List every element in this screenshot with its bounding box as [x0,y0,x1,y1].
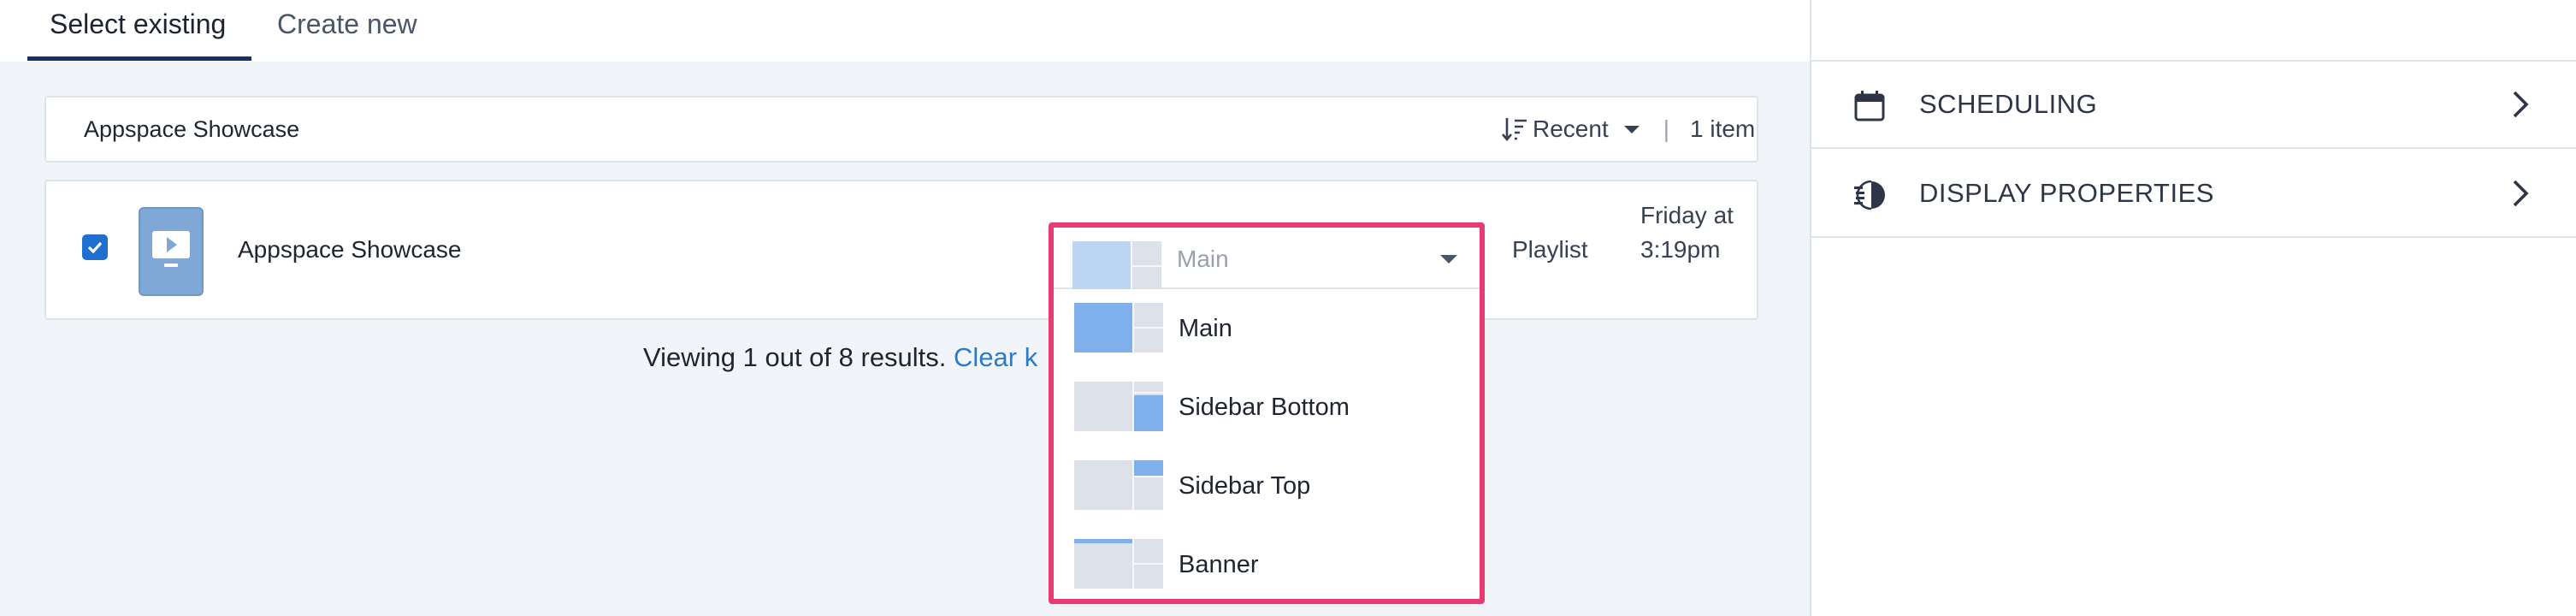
zone-option-sidebar-bottom[interactable]: Sidebar Bottom [1054,368,1480,447]
item-count: 1 item [1690,116,1756,142]
play-screen-icon [152,231,190,267]
tab-select-existing[interactable]: Select existing [50,0,226,62]
zone-option-label: Banner [1179,551,1259,578]
active-tab-indicator [27,56,251,61]
zone-sidebar-top-thumbnail [1074,460,1163,510]
row-type: Playlist [1512,236,1588,263]
tab-create-new[interactable]: Create new [277,0,417,62]
zone-option-main[interactable]: Main [1054,289,1480,368]
sort-control[interactable]: Recent | 1 item [1500,98,1755,161]
row-checkbox[interactable] [82,234,108,260]
check-icon [87,241,103,254]
tab-bar: Select existing Create new [0,0,1810,62]
display-properties-title: DISPLAY PROPERTIES [1919,178,2214,208]
zone-dropdown-menu: Main Sidebar Bottom Sidebar Top Banner [1054,289,1480,599]
zone-main-thumbnail [1072,241,1161,291]
zone-select-value: Main [1177,246,1229,272]
results-text: Viewing 1 out of 8 results. [643,342,947,372]
chevron-right-icon [2513,91,2529,118]
zone-option-label: Main [1179,315,1232,342]
zone-select[interactable]: Main [1050,229,1481,291]
row-title: Appspace Showcase [238,236,462,263]
zone-option-label: Sidebar Bottom [1179,394,1350,421]
caret-down-icon [1623,126,1640,133]
zone-sidebar-bottom-thumbnail [1074,382,1163,431]
display-properties-section[interactable]: DISPLAY PROPERTIES [1810,151,2576,238]
display-properties-icon [1854,180,1885,210]
row-modified: Friday at 3:19pm [1640,202,1734,263]
calendar-icon [1854,91,1885,121]
caret-down-icon [1440,255,1457,264]
list-header: Appspace Showcase Recent | 1 item [44,96,1758,163]
zone-option-sidebar-top[interactable]: Sidebar Top [1054,447,1480,525]
separator: | [1663,116,1669,142]
table-row[interactable]: Appspace Showcase [44,180,1758,320]
playlist-thumbnail [139,207,204,296]
zone-option-banner[interactable]: Banner [1054,525,1480,604]
sort-label: Recent [1533,116,1609,142]
right-panel-top [1810,0,2576,62]
scheduling-title: SCHEDULING [1919,89,2098,119]
zone-option-label: Sidebar Top [1179,472,1311,500]
zone-banner-thumbnail [1074,539,1163,589]
scheduling-section[interactable]: SCHEDULING [1810,62,2576,149]
list-header-title: Appspace Showcase [84,116,300,142]
main-content: Appspace Showcase Recent | 1 item [0,62,1810,616]
zone-main-thumbnail [1074,303,1163,352]
results-summary: Viewing 1 out of 8 results. Clear k [643,342,1037,373]
chevron-right-icon [2513,180,2529,207]
clear-filters-link[interactable]: Clear k [954,342,1037,372]
sort-icon [1502,118,1527,142]
